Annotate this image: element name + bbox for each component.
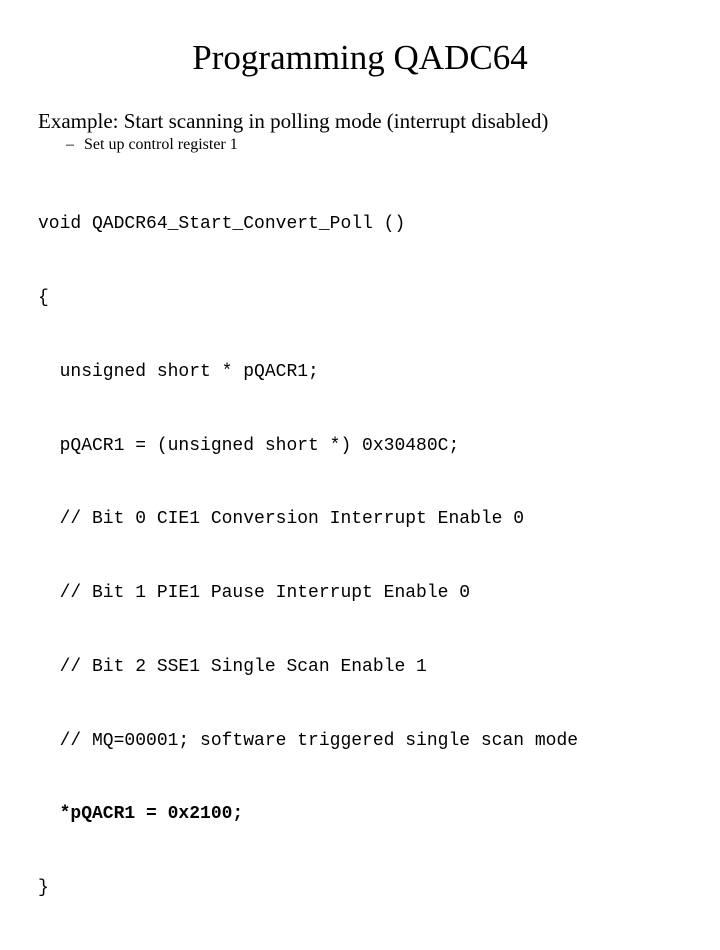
code-line: // Bit 0 CIE1 Conversion Interrupt Enabl… — [38, 509, 525, 530]
code-line: *pQACR1 = 0x2100; — [38, 804, 244, 825]
code-line: { — [38, 287, 49, 308]
code-line: } — [38, 878, 49, 899]
slide-body: Example: Start scanning in polling mode … — [38, 108, 698, 156]
code-line: pQACR1 = (unsigned short *) 0x30480C; — [38, 435, 460, 456]
bullet-level2: – Set up control register 1 — [38, 134, 698, 156]
dash-bullet-icon: – — [66, 136, 74, 153]
code-line: void QADCR64_Start_Convert_Poll () — [38, 214, 406, 235]
code-line: unsigned short * pQACR1; — [38, 361, 319, 382]
code-line: // Bit 2 SSE1 Single Scan Enable 1 — [38, 656, 427, 677]
slide-canvas: Programming QADC64 Example: Start scanni… — [0, 0, 720, 898]
bullet-level2-label: Set up control register 1 — [84, 136, 238, 153]
bullet-level1: Example: Start scanning in polling mode … — [38, 109, 549, 133]
code-block: void QADCR64_Start_Convert_Poll () { uns… — [38, 163, 708, 950]
page-title: Programming QADC64 — [192, 38, 528, 77]
code-line: // Bit 1 PIE1 Pause Interrupt Enable 0 — [38, 583, 471, 604]
code-line: // MQ=00001; software triggered single s… — [38, 730, 579, 751]
